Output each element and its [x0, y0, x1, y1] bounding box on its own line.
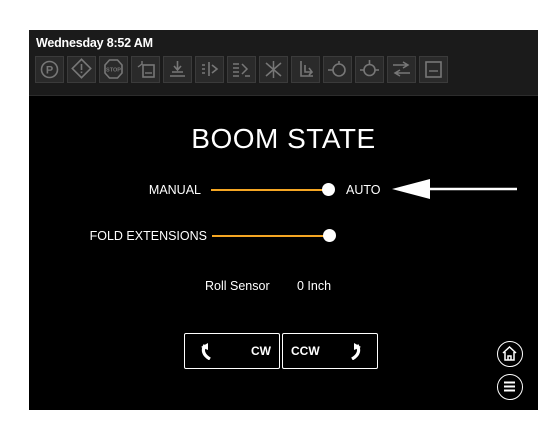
roll-sensor-value: 0 Inch — [297, 279, 332, 293]
cw-label: CW — [251, 344, 271, 358]
boom-lift-icon[interactable] — [291, 56, 320, 83]
mode-toggle-knob[interactable] — [322, 183, 335, 196]
rotate-cw-icon — [201, 343, 211, 360]
fold-extensions-label: FOLD EXTENSIONS — [89, 229, 207, 243]
home-button[interactable] — [497, 341, 523, 367]
page-title: BOOM STATE — [191, 123, 376, 154]
mode-toggle-track[interactable] — [211, 189, 327, 191]
boom-section-icon[interactable] — [195, 56, 224, 83]
status-bar: Wednesday 8:52 AM P STOP — [29, 30, 538, 96]
boom-fold-icon[interactable] — [227, 56, 256, 83]
display-icon[interactable] — [419, 56, 448, 83]
auto-label: AUTO — [346, 183, 381, 197]
parking-brake-icon[interactable]: P — [35, 56, 64, 83]
pump-icon[interactable] — [323, 56, 352, 83]
fold-extensions-knob[interactable] — [323, 229, 336, 242]
home-icon — [502, 345, 517, 361]
roll-sensor-label: Roll Sensor — [205, 279, 270, 293]
display-screen: Wednesday 8:52 AM P STOP BOOM STATE MANU… — [29, 30, 538, 410]
rotate-ccw-button[interactable]: CCW — [282, 333, 378, 369]
stop-text: STOP — [106, 68, 121, 74]
tank-icon[interactable] — [131, 56, 160, 83]
boom-tilt-icon[interactable] — [259, 56, 288, 83]
warning-icon[interactable] — [67, 56, 96, 83]
rotate-cw-button[interactable]: CW — [184, 333, 280, 369]
rinse-icon[interactable] — [387, 56, 416, 83]
menu-icon — [504, 381, 515, 392]
menu-button[interactable] — [497, 374, 523, 400]
svg-text:P: P — [46, 65, 53, 77]
stop-icon[interactable]: STOP — [99, 56, 128, 83]
timestamp: Wednesday 8:52 AM — [36, 36, 153, 50]
rotate-ccw-icon — [351, 343, 361, 360]
manual-label: MANUAL — [148, 183, 201, 197]
fold-extensions-track[interactable] — [212, 235, 328, 237]
callout-arrow-icon — [392, 179, 517, 199]
ccw-label: CCW — [291, 344, 320, 358]
agitator-icon[interactable] — [355, 56, 384, 83]
boom-height-icon[interactable] — [163, 56, 192, 83]
